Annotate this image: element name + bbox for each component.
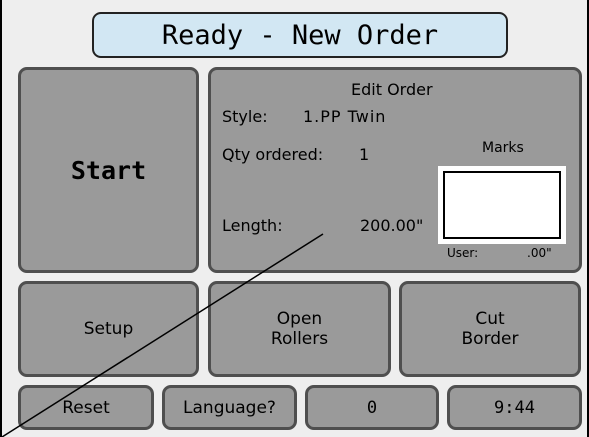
style-label: Style: <box>222 107 268 126</box>
qty-ordered-value: 1 <box>359 145 370 164</box>
setup-button[interactable]: Setup <box>18 281 199 377</box>
edit-order-panel[interactable]: Edit Order Style: 1.PP Twin Qty ordered:… <box>208 67 582 273</box>
cut-border-button[interactable]: Cut Border <box>399 281 581 377</box>
marks-display <box>438 166 566 244</box>
language-button[interactable]: Language? <box>162 385 297 430</box>
edit-order-heading: Edit Order <box>351 80 433 99</box>
qty-ordered-label: Qty ordered: <box>222 145 324 164</box>
length-label: Length: <box>222 216 283 235</box>
open-rollers-button[interactable]: Open Rollers <box>208 281 391 377</box>
counter-display[interactable]: 0 <box>305 385 439 430</box>
user-value: .00" <box>527 246 552 260</box>
user-label: User: <box>447 246 479 260</box>
touch-screen: Ready - New Order Start Edit Order Style… <box>2 0 587 437</box>
length-value: 200.00" <box>360 216 424 235</box>
style-value: 1.PP Twin <box>303 107 387 126</box>
marks-label: Marks <box>482 140 524 156</box>
clock-display: 9:44 <box>447 385 582 430</box>
status-title: Ready - New Order <box>92 12 508 58</box>
marks-field <box>443 171 561 239</box>
reset-button[interactable]: Reset <box>18 385 154 430</box>
start-button[interactable]: Start <box>18 67 199 273</box>
